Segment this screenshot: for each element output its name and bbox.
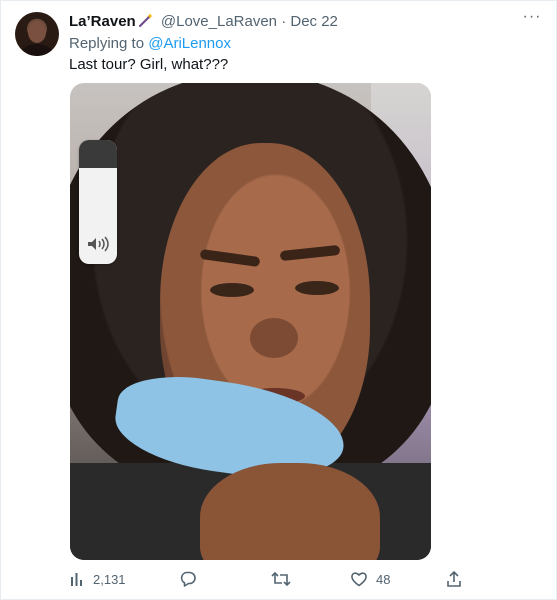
volume-control[interactable] <box>79 140 117 264</box>
avatar-body <box>21 44 53 56</box>
views-count: 2,131 <box>93 571 126 587</box>
heart-icon <box>350 570 368 588</box>
video-nose <box>250 318 298 358</box>
separator-dot: · <box>281 13 287 30</box>
views-button[interactable]: 2,131 <box>69 566 126 592</box>
video-eye-left <box>210 283 254 297</box>
author-name[interactable]: La’Raven <box>69 13 136 30</box>
more-options-icon[interactable]: ··· <box>520 9 544 30</box>
tweet-video[interactable] <box>70 83 431 560</box>
replying-to-handle[interactable]: @AriLennox <box>148 35 231 52</box>
replying-to-label: Replying to <box>69 35 145 52</box>
avatar[interactable] <box>15 12 59 56</box>
like-button[interactable]: 48 <box>350 566 390 592</box>
avatar-face <box>28 21 46 43</box>
video-hand <box>200 463 380 560</box>
speech-bubble-icon <box>179 570 197 588</box>
author-handle[interactable]: @Love_LaRaven <box>161 13 277 30</box>
video-eye-right <box>295 281 339 295</box>
share-upload-icon <box>446 570 462 588</box>
likes-count: 48 <box>376 571 391 587</box>
volume-level-track <box>79 140 117 168</box>
magic-wand-icon <box>138 12 154 28</box>
tweet-date[interactable]: Dec 22 <box>290 13 338 30</box>
speaker-icon[interactable] <box>86 236 112 252</box>
retweet-button[interactable] <box>271 566 291 592</box>
retweet-icon <box>271 570 291 588</box>
tweet-actions: 2,131 48 <box>69 566 489 592</box>
reply-button[interactable] <box>179 566 197 592</box>
bar-chart-icon <box>69 571 85 587</box>
replying-to: Replying to @AriLennox <box>69 34 231 54</box>
tweet-header: La’Raven @Love_LaRaven · Dec 22 <box>69 12 338 32</box>
share-button[interactable] <box>446 566 462 592</box>
tweet-text: Last tour? Girl, what??? <box>69 56 229 73</box>
